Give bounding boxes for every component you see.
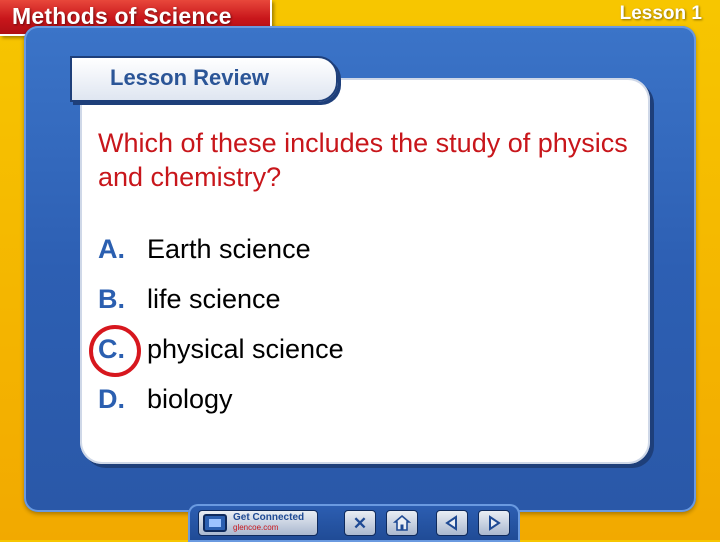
- get-connected-label: Get Connected: [233, 512, 305, 523]
- option-d-letter: D.: [98, 383, 125, 414]
- close-button[interactable]: ✕: [344, 510, 376, 536]
- home-button[interactable]: [386, 510, 418, 536]
- close-icon: ✕: [352, 513, 368, 533]
- question-text: Which of these includes the study of phy…: [98, 128, 628, 192]
- correct-answer-circle: [89, 324, 141, 377]
- next-button[interactable]: [478, 510, 510, 536]
- option-b-text: life science: [147, 283, 281, 314]
- option-c-text: physical science: [147, 333, 344, 364]
- option-a[interactable]: A. Earth science: [98, 224, 598, 274]
- lesson-label: Lesson 1: [619, 3, 702, 24]
- option-d-text: biology: [147, 383, 233, 414]
- option-b-letter: B.: [98, 283, 125, 314]
- get-connected-text: Get Connected glencoe.com: [233, 513, 304, 533]
- home-icon: [393, 514, 411, 531]
- get-connected-url: glencoe.com: [233, 523, 279, 532]
- option-a-text: Earth science: [147, 233, 311, 264]
- monitor-icon: [203, 514, 227, 532]
- previous-icon: [445, 515, 457, 531]
- previous-button[interactable]: [436, 510, 468, 536]
- option-d[interactable]: D. biology: [98, 374, 598, 424]
- option-a-letter: A.: [98, 233, 125, 264]
- get-connected-button[interactable]: Get Connected glencoe.com: [198, 510, 318, 536]
- answer-options: A. Earth science B. life science C. phys…: [89, 224, 598, 424]
- option-b[interactable]: B. life science: [98, 274, 598, 324]
- lesson-review-banner: Lesson Review: [70, 56, 338, 102]
- option-c-letter: C.: [89, 324, 147, 377]
- lesson-review-title: Lesson Review: [110, 65, 269, 90]
- option-c[interactable]: C. physical science: [89, 324, 598, 377]
- next-icon: [489, 515, 501, 531]
